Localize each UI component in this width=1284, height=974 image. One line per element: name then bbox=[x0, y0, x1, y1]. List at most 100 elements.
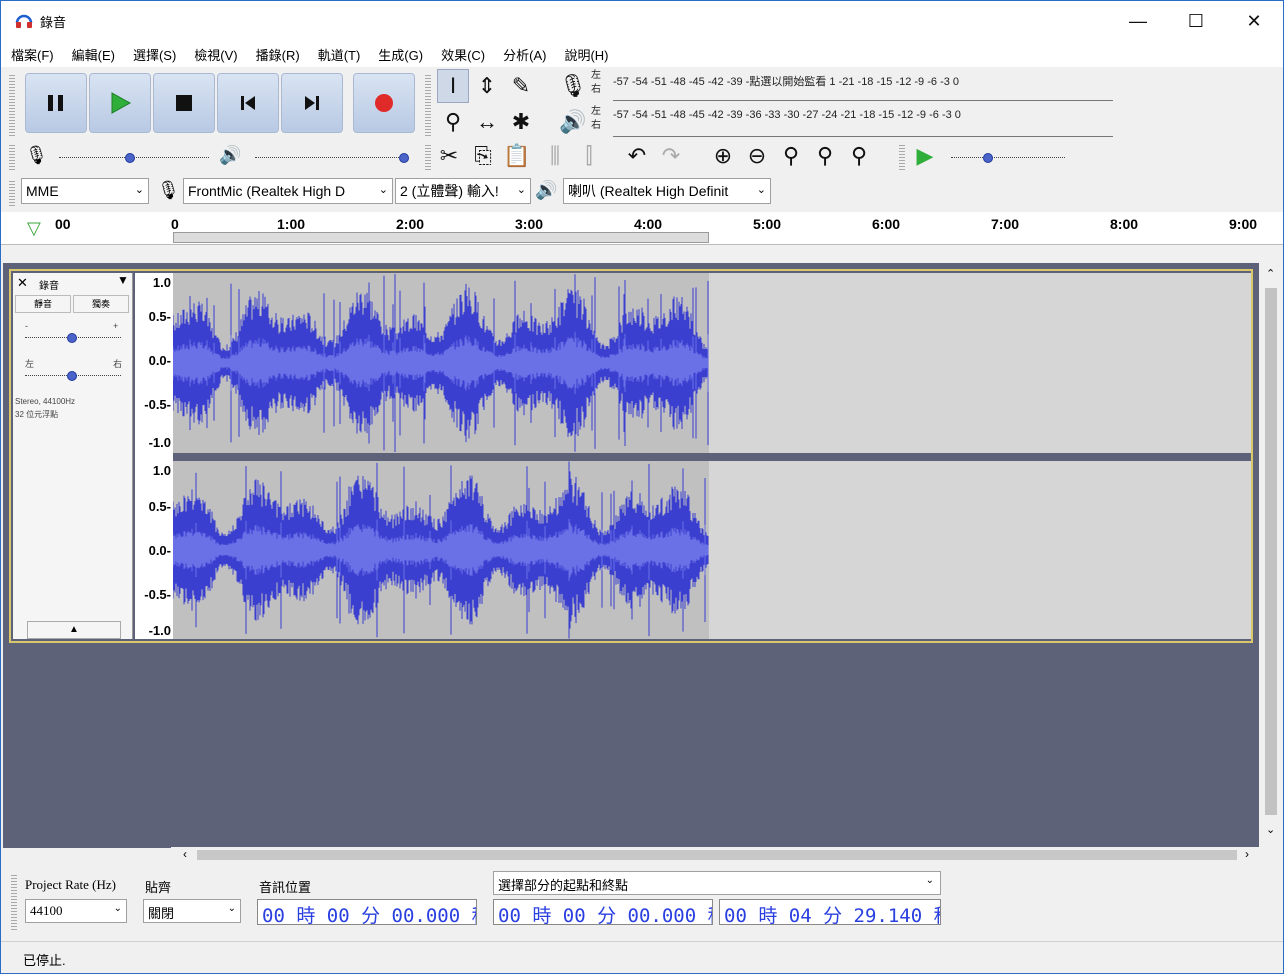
pause-button[interactable] bbox=[25, 73, 87, 133]
selection-start-control[interactable]: 00 時 00 分 00.000 秒 bbox=[493, 899, 713, 925]
collapse-track-button[interactable]: ▲ bbox=[27, 621, 121, 639]
timeline-label: 1:00 bbox=[277, 216, 306, 232]
device-grip[interactable] bbox=[9, 179, 15, 207]
menu-transport[interactable]: 播錄(R) bbox=[256, 45, 300, 64]
play-at-speed-button[interactable]: ▶ bbox=[909, 139, 941, 173]
vertical-scrollbar[interactable]: ⌃ ⌄ bbox=[1261, 263, 1281, 848]
silence-button[interactable]: ⫿ bbox=[573, 139, 605, 173]
audio-host-select[interactable]: MME ⌄ bbox=[21, 178, 149, 204]
record-volume-knob[interactable] bbox=[125, 153, 135, 163]
timeline-selection[interactable] bbox=[173, 232, 709, 243]
audio-position-control[interactable]: 00 時 00 分 00.000 秒 bbox=[257, 899, 477, 925]
timeshift-tool[interactable]: ↔ bbox=[471, 105, 503, 139]
menu-generate[interactable]: 生成(G) bbox=[378, 45, 423, 64]
gain-plus-label: + bbox=[113, 321, 119, 331]
snap-select[interactable]: 關閉 ⌄ bbox=[143, 899, 241, 923]
menu-file[interactable]: 檔案(F) bbox=[11, 45, 54, 64]
zoom-out-icon: ⊖ bbox=[747, 143, 767, 168]
playatspeed-grip[interactable] bbox=[899, 143, 905, 171]
menu-edit[interactable]: 編輯(E) bbox=[72, 45, 115, 64]
solo-button[interactable]: 獨奏 bbox=[73, 295, 129, 313]
scroll-right-icon[interactable]: › bbox=[1245, 847, 1249, 861]
cut-button[interactable]: ✂ bbox=[433, 139, 465, 173]
record-meter[interactable]: -57 -54 -51 -48 -45 -42 -39 -點選以開始監看 1 -… bbox=[613, 71, 1113, 101]
draw-tool[interactable]: ✎ bbox=[505, 69, 537, 103]
fit-project-button[interactable]: ⚲ bbox=[809, 139, 841, 173]
scale-label: -0.5- bbox=[144, 587, 171, 602]
pan-knob[interactable] bbox=[67, 371, 77, 381]
playback-meter-channels: 左 右 bbox=[591, 106, 601, 131]
toolbar-grip[interactable] bbox=[9, 73, 15, 137]
zoom-tool[interactable]: ⚲ bbox=[437, 105, 469, 139]
track-menu-icon[interactable]: ▼ bbox=[117, 273, 129, 287]
redo-button[interactable]: ↷ bbox=[655, 139, 687, 173]
skip-to-start-button[interactable] bbox=[217, 73, 279, 133]
recording-device-value: FrontMic (Realtek High D bbox=[188, 183, 346, 199]
undo-button[interactable]: ↶ bbox=[621, 139, 653, 173]
record-button[interactable] bbox=[353, 73, 415, 133]
recording-device-select[interactable]: FrontMic (Realtek High D ⌄ bbox=[183, 178, 393, 204]
menu-analyze[interactable]: 分析(A) bbox=[503, 45, 546, 64]
selection-end-control[interactable]: 00 時 04 分 29.140 秒 bbox=[719, 899, 941, 925]
playback-volume-knob[interactable] bbox=[399, 153, 409, 163]
multi-tool[interactable]: ✱ bbox=[505, 105, 537, 139]
gain-knob[interactable] bbox=[67, 333, 77, 343]
project-rate-label: Project Rate (Hz) bbox=[25, 877, 116, 892]
menu-help[interactable]: 說明(H) bbox=[564, 45, 608, 64]
playback-meter-button[interactable]: 🔊 bbox=[557, 105, 589, 139]
play-speed-slider[interactable] bbox=[951, 157, 1065, 159]
selection-grip[interactable] bbox=[11, 873, 17, 931]
fit-selection-button[interactable]: ⚲ bbox=[775, 139, 807, 173]
track-close-icon[interactable]: ✕ bbox=[17, 275, 28, 291]
scroll-down-icon[interactable]: ⌄ bbox=[1266, 823, 1275, 836]
track-area[interactable]: ✕ 錄音 ▼ 靜音 獨奏 - + 左 右 Stereo, 44100Hz 32 … bbox=[3, 263, 1259, 848]
close-button[interactable]: ✕ bbox=[1225, 1, 1283, 41]
zoom-out-button[interactable]: ⊖ bbox=[741, 139, 773, 173]
title-bar: 錄音 — ☐ ✕ bbox=[1, 1, 1283, 41]
playback-meter[interactable]: -57 -54 -51 -48 -45 -42 -39 -36 -33 -30 … bbox=[613, 107, 1113, 137]
scroll-left-icon[interactable]: ‹ bbox=[183, 847, 187, 861]
undo-icon: ↶ bbox=[627, 143, 647, 168]
play-icon bbox=[111, 92, 132, 114]
vertical-scroll-thumb[interactable] bbox=[1265, 288, 1277, 815]
horizontal-scroll-thumb[interactable] bbox=[197, 850, 1237, 860]
zoom-toggle-button[interactable]: ⚲ bbox=[843, 139, 875, 173]
record-meter-button[interactable]: 🎙 bbox=[557, 69, 589, 103]
cursor-icon: I bbox=[449, 73, 457, 98]
channels-select[interactable]: 2 (立體聲) 輸入! ⌄ bbox=[395, 178, 531, 204]
project-rate-select[interactable]: 44100 ⌄ bbox=[25, 899, 127, 923]
menu-select[interactable]: 選擇(S) bbox=[133, 45, 176, 64]
tools-grip[interactable] bbox=[425, 73, 431, 137]
waveform-right-channel[interactable] bbox=[173, 461, 1251, 639]
minimize-button[interactable]: — bbox=[1109, 1, 1167, 41]
envelope-tool[interactable]: ⇕ bbox=[471, 69, 503, 103]
stop-button[interactable] bbox=[153, 73, 215, 133]
trim-button[interactable]: ⫼ bbox=[539, 139, 571, 173]
selection-mode-select[interactable]: 選擇部分的起點和終點 ⌄ bbox=[493, 871, 941, 895]
paste-button[interactable]: 📋 bbox=[501, 139, 533, 173]
track-vertical-ruler[interactable]: 1.0 0.5- 0.0- -0.5- -1.0 1.0 0.5- 0.0- -… bbox=[135, 273, 173, 639]
playback-device-select[interactable]: 喇叭 (Realtek High Definit ⌄ bbox=[563, 178, 771, 204]
waveform-left-channel[interactable] bbox=[173, 273, 1251, 453]
edit-grip[interactable] bbox=[425, 143, 431, 171]
timeline-ruler[interactable]: ▽ 00 0 1:00 2:00 3:00 4:00 5:00 6:00 7:0… bbox=[1, 212, 1283, 245]
play-button[interactable] bbox=[89, 73, 151, 133]
mixer-grip[interactable] bbox=[9, 143, 15, 171]
maximize-button[interactable]: ☐ bbox=[1167, 1, 1225, 41]
horizontal-scrollbar[interactable]: ‹ › bbox=[171, 847, 1263, 863]
copy-button[interactable]: ⎘ bbox=[467, 139, 499, 173]
scroll-up-icon[interactable]: ⌃ bbox=[1266, 267, 1275, 280]
audio-track[interactable]: ✕ 錄音 ▼ 靜音 獨奏 - + 左 右 Stereo, 44100Hz 32 … bbox=[9, 269, 1253, 643]
mute-button[interactable]: 靜音 bbox=[15, 295, 71, 313]
playback-volume-slider[interactable] bbox=[255, 157, 405, 159]
track-name[interactable]: 錄音 bbox=[39, 277, 59, 292]
selection-tool[interactable]: I bbox=[437, 69, 469, 103]
menu-view[interactable]: 檢視(V) bbox=[194, 45, 237, 64]
menu-effect[interactable]: 效果(C) bbox=[441, 45, 485, 64]
play-head-icon[interactable]: ▽ bbox=[27, 218, 41, 239]
menu-tracks[interactable]: 軌道(T) bbox=[318, 45, 361, 64]
playback-meter-scale: -57 -54 -51 -48 -45 -42 -39 -36 -33 -30 … bbox=[613, 109, 961, 121]
skip-to-end-button[interactable] bbox=[281, 73, 343, 133]
zoom-in-button[interactable]: ⊕ bbox=[707, 139, 739, 173]
play-speed-knob[interactable] bbox=[983, 153, 993, 163]
